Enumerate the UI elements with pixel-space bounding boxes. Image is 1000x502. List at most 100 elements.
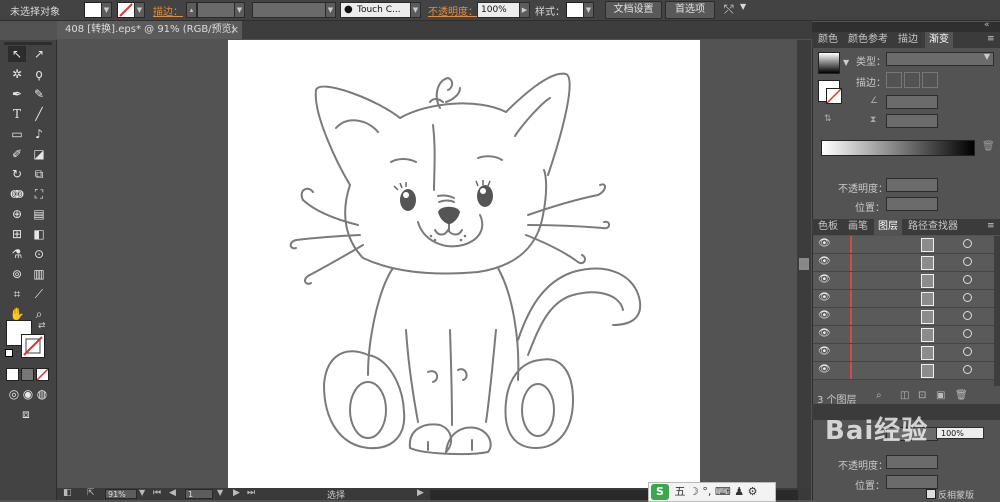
blend-tool-icon[interactable]: ⊙ bbox=[30, 246, 48, 262]
target-circle-icon[interactable] bbox=[963, 311, 972, 320]
profile-dropdown-icon[interactable]: ▼ bbox=[325, 2, 336, 18]
slice-tool-icon[interactable]: ⟋ bbox=[30, 286, 48, 302]
layer-row[interactable]: 👁 bbox=[813, 236, 994, 254]
page-field[interactable]: 1 bbox=[185, 489, 213, 499]
arrange-documents-icon[interactable]: ⤲ bbox=[724, 2, 734, 17]
paintbrush-tool-icon[interactable]: ♪ bbox=[30, 126, 48, 142]
perspective-grid-tool-icon[interactable]: ▤ bbox=[30, 206, 48, 222]
first-artboard-icon[interactable]: ◧ bbox=[63, 488, 72, 498]
tab-color-guide[interactable]: 颜色参考 bbox=[844, 32, 892, 48]
none-mode-icon[interactable] bbox=[36, 368, 49, 381]
fill-swatch[interactable] bbox=[84, 2, 102, 18]
gradient-opacity-field[interactable] bbox=[886, 178, 938, 192]
vertical-scroll-thumb[interactable] bbox=[799, 258, 809, 270]
draw-inside-icon[interactable]: ◍ bbox=[33, 386, 51, 402]
page-dropdown-icon[interactable]: ▼ bbox=[217, 488, 223, 497]
panel-menu-icon[interactable]: ≡ bbox=[987, 34, 995, 44]
artboard[interactable] bbox=[228, 40, 700, 488]
stroke-swatch[interactable] bbox=[117, 2, 135, 18]
artboard-tool-icon[interactable]: ⌗ bbox=[8, 286, 26, 302]
variable-width-profile[interactable] bbox=[252, 2, 326, 18]
rotate-tool-icon[interactable]: ↻ bbox=[8, 166, 26, 182]
close-tab-icon[interactable]: × bbox=[230, 23, 239, 36]
default-colors-icon[interactable] bbox=[5, 349, 13, 357]
export-icon[interactable]: ⇱ bbox=[87, 488, 95, 498]
swap-fill-stroke-icon[interactable]: ⇄ bbox=[38, 321, 46, 331]
stroke-within-icon[interactable] bbox=[886, 72, 902, 88]
stroke-dropdown-icon[interactable]: ▼ bbox=[134, 2, 145, 18]
magic-wand-tool-icon[interactable]: ✲ bbox=[8, 66, 26, 82]
arrange-dropdown-icon[interactable]: ▼ bbox=[740, 2, 746, 11]
visibility-eye-icon[interactable]: 👁 bbox=[818, 364, 831, 375]
visibility-eye-icon[interactable]: 👁 bbox=[818, 238, 831, 249]
tab-gradient[interactable]: 渐变 bbox=[925, 32, 953, 48]
gradient-preview-swatch[interactable] bbox=[818, 52, 840, 74]
gradient-tool-icon[interactable]: ◧ bbox=[30, 226, 48, 242]
gradient-preset-dropdown-icon[interactable]: ▼ bbox=[843, 58, 849, 67]
make-clipping-mask-icon[interactable]: ◫ bbox=[900, 390, 909, 401]
visibility-eye-icon[interactable]: 👁 bbox=[818, 274, 831, 285]
ime-toolbar[interactable]: S 五 ☽ °, ⌨ ♟ ⚙ bbox=[648, 482, 776, 502]
zoom-dropdown-icon[interactable]: ▼ bbox=[139, 488, 145, 497]
pencil-tool-icon[interactable]: ✐ bbox=[8, 146, 26, 162]
opacity-arrow-icon[interactable]: ▶ bbox=[519, 2, 530, 18]
prev-page-icon[interactable]: ◀ bbox=[169, 488, 176, 498]
new-layer-icon[interactable]: ▣ bbox=[936, 390, 945, 401]
tab-pathfinder[interactable]: 路径查找器 bbox=[904, 219, 962, 235]
warp-tool-icon[interactable]: ↈ bbox=[8, 186, 26, 202]
mesh-tool-icon[interactable]: ⊞ bbox=[8, 226, 26, 242]
stroke-color-box[interactable] bbox=[21, 334, 45, 358]
gradient-stroke-box[interactable] bbox=[826, 88, 842, 104]
target-circle-icon[interactable] bbox=[963, 293, 972, 302]
delete-layer-icon[interactable]: 🗑 bbox=[955, 390, 968, 401]
panel-grip[interactable] bbox=[4, 42, 52, 45]
target-circle-icon[interactable] bbox=[963, 347, 972, 356]
zoom-tool-icon[interactable]: ⌕ bbox=[30, 306, 48, 322]
stroke-across-icon[interactable] bbox=[922, 72, 938, 88]
next-page-icon[interactable]: ▶ bbox=[233, 488, 240, 498]
tab-swatches[interactable]: 色板 bbox=[814, 219, 842, 235]
tab-layers[interactable]: 图层 bbox=[874, 219, 902, 235]
transparency-opacity-field[interactable]: 100% bbox=[936, 427, 984, 439]
target-circle-icon[interactable] bbox=[963, 239, 972, 248]
layer-row[interactable]: 👁 bbox=[813, 362, 994, 380]
document-setup-button[interactable]: 文档设置 bbox=[605, 1, 662, 19]
screen-mode-icon[interactable]: ⧈ bbox=[17, 406, 35, 422]
layers-menu-icon[interactable]: ≡ bbox=[987, 221, 995, 231]
visibility-eye-icon[interactable]: 👁 bbox=[818, 292, 831, 303]
sogou-logo-icon[interactable]: S bbox=[651, 484, 669, 500]
layer-row[interactable]: 👁 bbox=[813, 326, 994, 344]
delete-stop-icon[interactable]: 🗑 bbox=[982, 141, 995, 152]
rectangle-tool-icon[interactable]: ▭ bbox=[8, 126, 26, 142]
opacity-field[interactable]: 100% bbox=[477, 2, 521, 18]
selection-tool-icon[interactable]: ↖ bbox=[8, 46, 26, 62]
color-mode-icon[interactable] bbox=[6, 368, 19, 381]
reverse-gradient-icon[interactable]: ⇅ bbox=[824, 114, 832, 124]
eraser-tool-icon[interactable]: ◪ bbox=[30, 146, 48, 162]
shape-builder-tool-icon[interactable]: ⊕ bbox=[8, 206, 26, 222]
lasso-tool-icon[interactable]: ϙ bbox=[30, 66, 48, 82]
collapse-panels-icon[interactable]: « bbox=[984, 20, 990, 30]
line-tool-icon[interactable]: ╱ bbox=[30, 106, 48, 122]
brush-definition[interactable]: ● Touch C... bbox=[340, 2, 412, 18]
first-page-icon[interactable]: ⏮ bbox=[153, 488, 161, 498]
zoom-field[interactable]: 91% bbox=[105, 489, 137, 499]
layer-row[interactable]: 👁 bbox=[813, 272, 994, 290]
stroke-label[interactable]: 描边： bbox=[153, 3, 183, 18]
gradient-type-select[interactable]: ▼ bbox=[886, 52, 994, 66]
aspect-ratio-field[interactable] bbox=[886, 114, 938, 128]
free-transform-tool-icon[interactable]: ⛶ bbox=[30, 186, 48, 202]
stroke-weight-stepper[interactable]: ▴ bbox=[186, 2, 197, 18]
opacity-label[interactable]: 不透明度： bbox=[428, 3, 478, 18]
target-circle-icon[interactable] bbox=[963, 257, 972, 266]
layer-row[interactable]: 👁 bbox=[813, 290, 994, 308]
target-circle-icon[interactable] bbox=[963, 329, 972, 338]
column-graph-tool-icon[interactable]: ▥ bbox=[30, 266, 48, 282]
invert-mask-checkbox[interactable] bbox=[926, 489, 936, 499]
direct-selection-tool-icon[interactable]: ↗ bbox=[30, 46, 48, 62]
panel-header-bar[interactable]: « bbox=[812, 20, 1000, 32]
style-dropdown-icon[interactable]: ▼ bbox=[583, 2, 594, 18]
bottom-position-field[interactable] bbox=[886, 475, 938, 489]
style-swatch[interactable] bbox=[566, 2, 584, 18]
layers-scrollbar[interactable] bbox=[994, 236, 1000, 386]
